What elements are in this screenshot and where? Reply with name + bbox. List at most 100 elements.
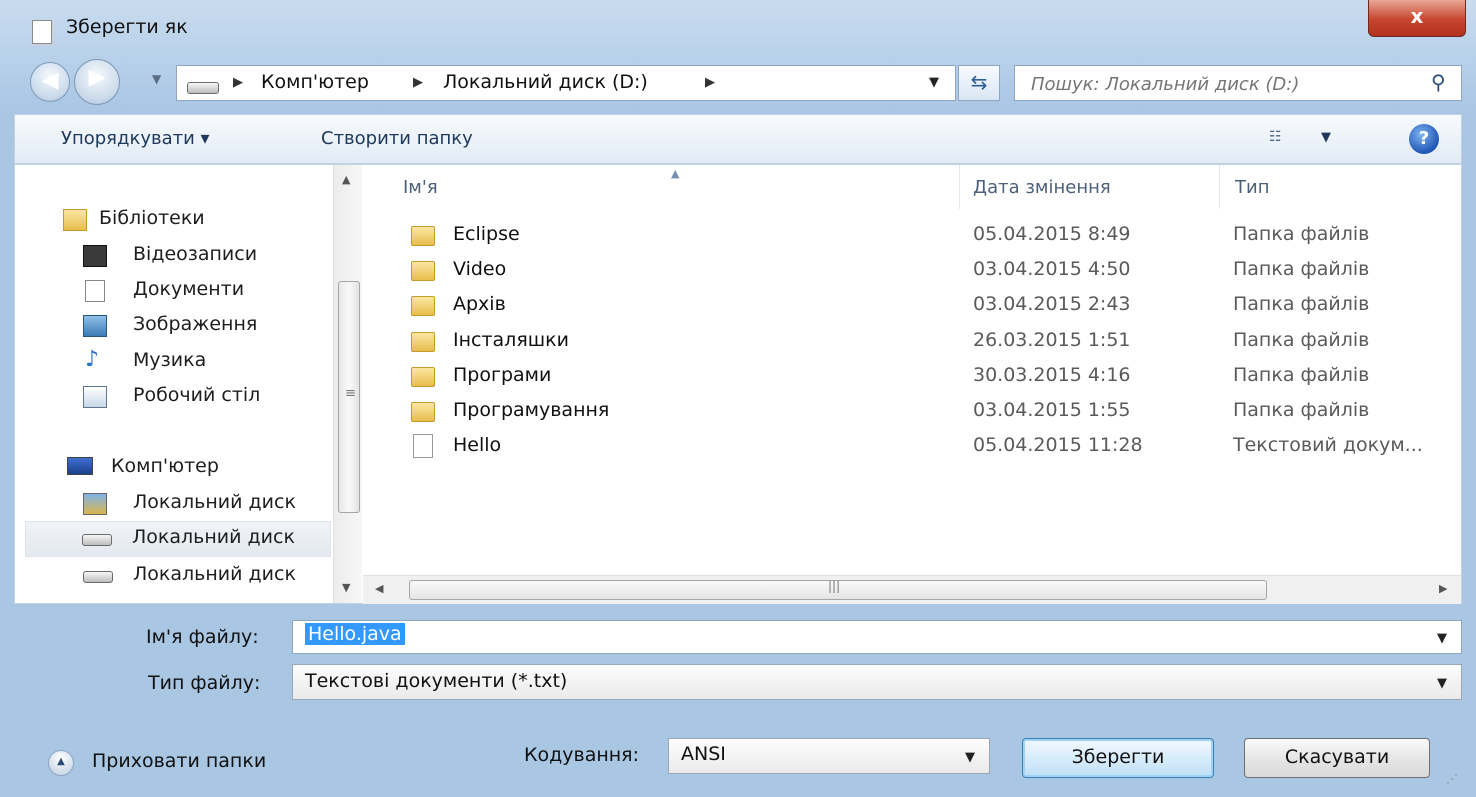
music-icon: ♪ [85, 347, 100, 372]
file-row[interactable]: Eclipse 05.04.2015 8:49 Папка файлів [403, 219, 1463, 253]
close-button[interactable]: x [1368, 0, 1466, 37]
search-box[interactable]: ⚲ [1014, 65, 1462, 101]
filename-dropdown-icon[interactable]: ▼ [1437, 631, 1447, 646]
pictures-icon [83, 315, 107, 337]
address-dropdown-icon[interactable]: ▼ [929, 75, 939, 90]
collapse-up-icon[interactable]: ▲ [48, 750, 74, 776]
file-row[interactable]: Архів 03.04.2015 2:43 Папка файлів [403, 289, 1463, 323]
nav-item-local-disk-e[interactable]: Локальний диск [83, 559, 323, 593]
encoding-value: ANSI [681, 743, 726, 765]
file-row[interactable]: Програмування 03.04.2015 1:55 Папка файл… [403, 395, 1463, 429]
nav-label: Зображення [133, 313, 258, 335]
nav-item-documents[interactable]: Документи [83, 274, 323, 308]
file-name: Hello [453, 434, 502, 456]
nav-item-libraries[interactable]: Бібліотеки [63, 203, 323, 237]
drive-icon [83, 571, 113, 583]
file-name: Програмування [453, 399, 610, 421]
scroll-left-icon[interactable]: ◀ [375, 582, 383, 595]
view-options-icon[interactable]: ☷ [1269, 129, 1291, 147]
column-header-name[interactable]: Ім'я [403, 177, 438, 198]
view-dropdown-icon[interactable]: ▼ [1321, 130, 1331, 145]
column-divider[interactable] [959, 165, 960, 209]
nav-label: Бібліотеки [99, 207, 205, 229]
notepad-icon [32, 20, 52, 44]
file-name: Програми [453, 364, 552, 386]
recent-locations-dropdown-icon[interactable]: ▼ [152, 72, 161, 86]
new-folder-button[interactable]: Створити папку [321, 128, 473, 149]
breadcrumb-arrow-icon[interactable]: ▶ [413, 75, 423, 90]
breadcrumb-arrow-icon[interactable]: ▶ [705, 75, 715, 90]
scroll-down-icon[interactable]: ▼ [342, 581, 350, 594]
nav-label: Локальний диск [133, 491, 296, 513]
address-bar[interactable]: ▶ Комп'ютер ▶ Локальний диск (D:) ▶ ▼ [176, 65, 956, 101]
column-header-date[interactable]: Дата змінення [973, 177, 1111, 198]
window-title: Зберегти як [66, 16, 188, 38]
breadcrumb-local-disk-d[interactable]: Локальний диск (D:) [443, 71, 648, 93]
filetype-select[interactable]: Текстові документи (*.txt) ▼ [292, 664, 1462, 700]
file-name: Video [453, 258, 507, 280]
breadcrumb-computer[interactable]: Комп'ютер [261, 71, 369, 93]
nav-label: Локальний диск [133, 563, 296, 585]
filetype-value: Текстові документи (*.txt) [305, 670, 568, 692]
folder-icon [411, 332, 435, 352]
nav-label: Документи [133, 278, 245, 300]
nav-item-desktop[interactable]: Робочий стіл [83, 380, 323, 414]
grip-icon: ||| [828, 579, 841, 593]
search-icon[interactable]: ⚲ [1431, 70, 1446, 94]
video-icon [83, 245, 107, 267]
cancel-button[interactable]: Скасувати [1244, 738, 1430, 778]
file-row[interactable]: Програми 30.03.2015 4:16 Папка файлів [403, 360, 1463, 394]
refresh-button[interactable]: ⇆ [958, 65, 1000, 101]
folder-icon [411, 402, 435, 422]
desktop-icon [83, 386, 107, 408]
save-button[interactable]: Зберегти [1022, 738, 1214, 778]
file-row[interactable]: Video 03.04.2015 4:50 Папка файлів [403, 254, 1463, 288]
filetype-dropdown-icon[interactable]: ▼ [1437, 676, 1447, 691]
nav-item-local-disk-d[interactable]: Локальний диск [25, 521, 331, 557]
file-name: Інсталяшки [453, 329, 569, 351]
scrollbar-thumb[interactable]: ≡ [338, 281, 360, 513]
nav-item-music[interactable]: ♪ Музика [83, 345, 323, 379]
file-list-scrollbar[interactable]: ◀ ||| ▶ [363, 575, 1461, 604]
hide-folders-label[interactable]: Приховати папки [92, 750, 266, 772]
file-date: 05.04.2015 11:28 [973, 434, 1143, 456]
file-name: Eclipse [453, 223, 520, 245]
search-input[interactable] [1029, 70, 1413, 98]
resize-grip-icon[interactable]: ⋰ [1446, 772, 1458, 786]
file-date: 05.04.2015 8:49 [973, 223, 1131, 245]
filename-input[interactable]: Hello.java ▼ [292, 620, 1462, 654]
back-button[interactable]: ◀ [30, 62, 70, 102]
navigation-pane-scrollbar[interactable]: ▲ ≡ ▼ [333, 165, 362, 603]
scroll-right-icon[interactable]: ▶ [1439, 582, 1447, 595]
filename-value[interactable]: Hello.java [305, 623, 405, 645]
file-type: Папка файлів [1233, 399, 1370, 421]
save-as-dialog: Зберегти як x ◀ ▶ ▼ ▶ Комп'ютер ▶ Локаль… [0, 0, 1476, 797]
breadcrumb-arrow-icon[interactable]: ▶ [233, 75, 243, 90]
nav-label: Робочий стіл [133, 384, 261, 406]
nav-item-videos[interactable]: Відеозаписи [83, 239, 323, 273]
file-date: 03.04.2015 4:50 [973, 258, 1131, 280]
computer-icon [67, 457, 93, 475]
organize-button[interactable]: Упорядкувати ▾ [61, 128, 210, 149]
command-bar: Упорядкувати ▾ Створити папку ☷ ▼ ? [14, 114, 1462, 164]
scroll-up-icon[interactable]: ▲ [342, 173, 350, 186]
file-row[interactable]: Інсталяшки 26.03.2015 1:51 Папка файлів [403, 325, 1463, 359]
column-header-type[interactable]: Тип [1235, 177, 1269, 198]
nav-item-local-disk-c[interactable]: Локальний диск [83, 487, 323, 521]
help-icon[interactable]: ? [1409, 124, 1439, 154]
nav-label: Локальний диск [132, 526, 295, 548]
scrollbar-thumb[interactable]: ||| [409, 579, 1267, 600]
file-row[interactable]: Hello 05.04.2015 11:28 Текстовий докум..… [403, 430, 1463, 464]
nav-label: Комп'ютер [111, 455, 219, 477]
system-drive-icon [83, 493, 107, 515]
folder-icon [411, 296, 435, 316]
drive-icon [187, 82, 219, 94]
nav-item-pictures[interactable]: Зображення [83, 309, 323, 343]
encoding-select[interactable]: ANSI ▼ [668, 738, 990, 774]
grip-icon: ≡ [345, 386, 356, 401]
nav-item-computer[interactable]: Комп'ютер [63, 451, 323, 485]
encoding-dropdown-icon[interactable]: ▼ [965, 750, 975, 765]
forward-button[interactable]: ▶ [74, 59, 120, 105]
text-file-icon [413, 434, 433, 458]
column-divider[interactable] [1219, 165, 1220, 209]
